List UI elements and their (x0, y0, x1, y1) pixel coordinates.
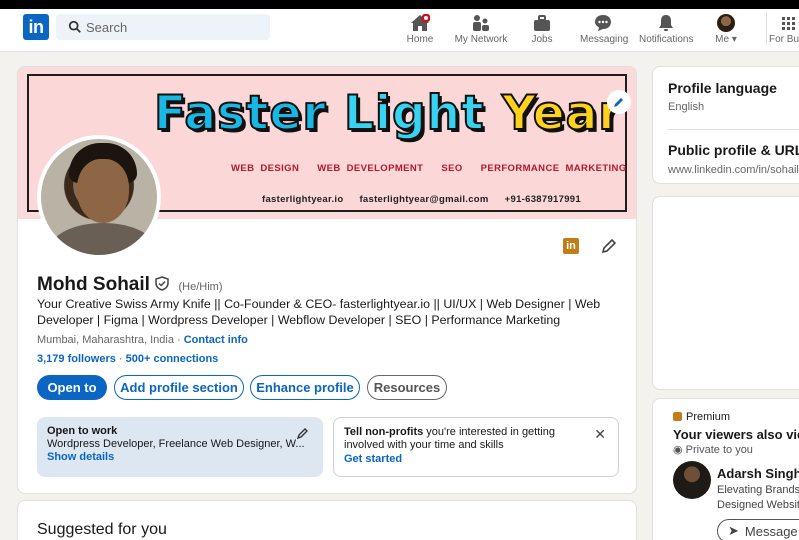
nav-messaging[interactable]: Messaging (580, 12, 629, 45)
profile-name: Mohd Sohail (He/Him) (37, 274, 223, 296)
private-row: ◉ Private to you (673, 444, 753, 456)
divider (668, 129, 799, 130)
nonprofits-card: Tell non-profits you're interested in ge… (333, 417, 619, 477)
open-to-button[interactable]: Open to (37, 375, 107, 400)
nav-messaging-label: Messaging (580, 34, 629, 45)
pencil-icon (614, 98, 623, 107)
separator: · (173, 334, 184, 346)
add-profile-section-button[interactable]: Add profile section (114, 375, 244, 400)
nonprofits-text: Tell non-profits you're interested in ge… (344, 426, 569, 452)
edit-open-to-work-pencil-icon[interactable] (297, 427, 309, 439)
followers-link[interactable]: 3,179 followers (37, 353, 116, 365)
banner-services: WEB DESIGN WEB DEVELOPMENT SEO PERFORMANCE … (231, 163, 636, 174)
viewers-also-viewed-card: Premium Your viewers also viewe ◉ Privat… (652, 398, 799, 540)
profile-location-row: Mumbai, Maharashtra, India · Contact inf… (37, 334, 248, 346)
nav-me-label: Me ▾ (715, 34, 737, 45)
nav-my-network-label: My Network (454, 34, 508, 45)
linkedin-premium-icon[interactable]: in (563, 238, 579, 254)
avatar-icon (712, 12, 740, 32)
messaging-icon (580, 12, 626, 32)
network-icon (454, 12, 508, 32)
linkedin-logo-icon[interactable]: in (23, 14, 49, 40)
nav-my-network[interactable]: My Network (454, 12, 508, 45)
viewer-name[interactable]: Adarsh Singh · (717, 466, 799, 481)
search-input[interactable]: Search (56, 14, 270, 40)
send-icon: ➤ (728, 523, 739, 538)
nav-me[interactable]: Me ▾ (712, 12, 740, 45)
banner-service: WEB DEVELOPMENT (317, 163, 424, 174)
top-black-strip (0, 0, 799, 9)
profile-network-row: 3,179 followers · 500+ connections (37, 353, 218, 365)
search-placeholder: Search (86, 20, 128, 35)
edit-banner-button[interactable] (607, 90, 631, 114)
profile-settings-card: Profile language English Public profile … (652, 66, 799, 184)
chevron-down-icon: ▾ (731, 34, 737, 45)
profile-language-title[interactable]: Profile language (668, 80, 777, 96)
nonprofits-bold: Tell non-profits (344, 426, 424, 438)
public-profile-url: www.linkedin.com/in/sohaill (668, 164, 799, 176)
premium-label: Premium (673, 411, 730, 423)
verified-shield-icon[interactable] (155, 276, 169, 291)
nav-home-label: Home (406, 34, 434, 45)
resources-button[interactable]: Resources (367, 375, 447, 400)
open-to-work-card[interactable]: Open to work Wordpress Developer, Freela… (37, 417, 323, 477)
viewer-description: Elevating Brands TDesigned Website (717, 484, 799, 511)
nav-notifications-label: Notifications (639, 34, 694, 45)
viewer-avatar[interactable] (673, 461, 711, 499)
profile-pronouns: (He/Him) (178, 281, 223, 293)
grid-icon (769, 12, 799, 32)
profile-photo[interactable] (37, 135, 161, 259)
suggested-title: Suggested for you (37, 521, 167, 538)
nav-for-business[interactable]: For Busi (766, 12, 799, 45)
banner-service: WEB DESIGN (231, 163, 300, 174)
banner-contact: fasterlightyear.io fasterlightyear@gmail.… (262, 194, 597, 205)
enhance-profile-button[interactable]: Enhance profile (250, 375, 360, 400)
briefcase-icon (530, 12, 554, 32)
open-to-work-roles: Wordpress Developer, Freelance Web Desig… (47, 438, 305, 450)
banner-title: Faster Light Year (153, 85, 623, 142)
show-details-link[interactable]: Show details (47, 451, 313, 463)
banner-title-light: Light (343, 85, 485, 142)
banner-title-year: Year (501, 85, 623, 142)
nav-home[interactable]: Home (405, 12, 435, 45)
premium-icon (673, 412, 682, 421)
suggested-card: Suggested for you (17, 500, 637, 540)
profile-name-text: Mohd Sohail (37, 274, 150, 295)
nav-jobs-label: Jobs (531, 34, 553, 45)
banner-contact-email: fasterlightyear@gmail.com (359, 194, 489, 205)
edit-intro-pencil-icon[interactable] (601, 238, 617, 254)
connections-link[interactable]: 500+ connections (126, 353, 219, 365)
top-navigation-bar: in Search Home My Network Jobs Messaging… (0, 9, 799, 52)
eye-icon: ◉ (673, 444, 683, 456)
banner-title-faster: Faster (153, 85, 327, 142)
search-icon (68, 20, 81, 33)
banner-contact-website: fasterlightyear.io (262, 194, 344, 205)
home-icon (405, 12, 435, 32)
profile-language-value: English (668, 101, 705, 113)
separator: · (115, 353, 126, 365)
nav-jobs[interactable]: Jobs (530, 12, 554, 45)
message-button[interactable]: ➤ Message (717, 519, 799, 540)
open-to-work-title: Open to work (47, 425, 118, 437)
banner-service: PERFORMANCE MARKETING (480, 163, 627, 174)
profile-headline: Your Creative Swiss Army Knife || Co-Fou… (37, 297, 601, 327)
ad-card (652, 196, 799, 390)
banner-contact-phone: +91-6387917991 (504, 194, 581, 205)
public-profile-title[interactable]: Public profile & URL (668, 142, 799, 158)
contact-info-link[interactable]: Contact info (184, 334, 248, 346)
profile-card: Faster Light Year WEB DESIGN WEB DEVELOPM… (17, 66, 637, 494)
banner-service: SEO (441, 163, 463, 174)
get-started-link[interactable]: Get started (344, 453, 608, 465)
nav-notifications[interactable]: Notifications (639, 12, 693, 45)
close-icon[interactable]: ✕ (594, 426, 606, 443)
bell-icon (639, 12, 693, 32)
profile-location: Mumbai, Maharashtra, India (37, 334, 174, 346)
viewers-title: Your viewers also viewe (673, 427, 799, 442)
nav-for-business-label: For Busi (769, 34, 799, 45)
